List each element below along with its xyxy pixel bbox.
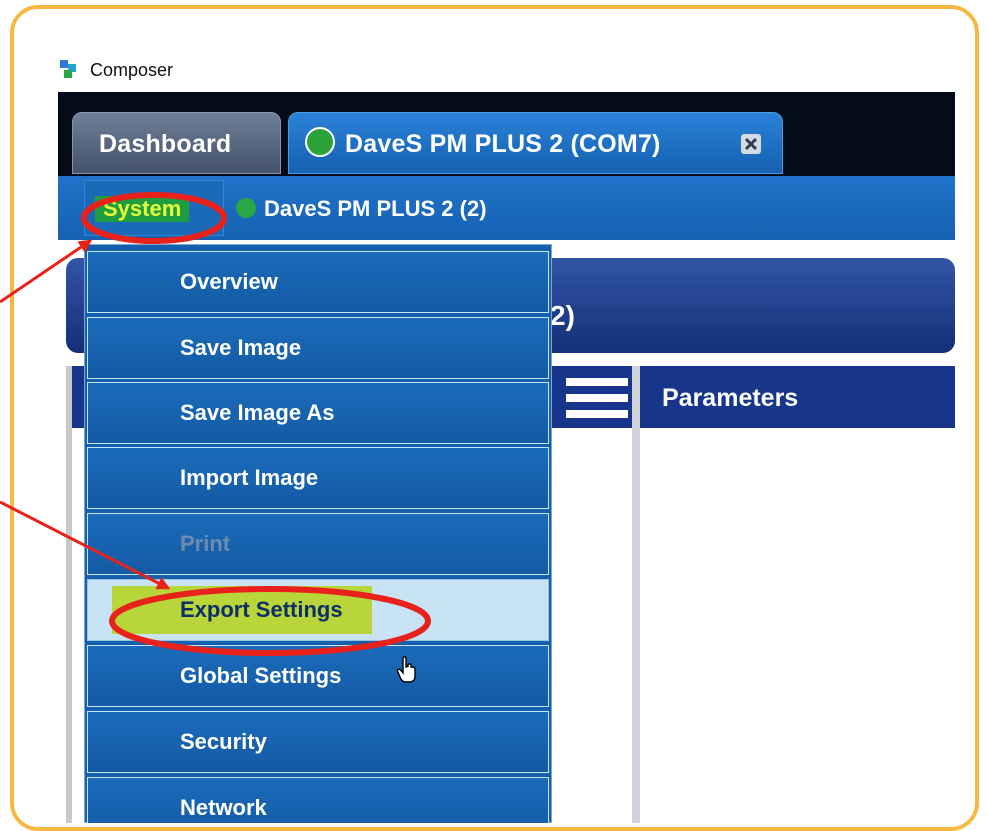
menu-item-label: Import Image [180,465,319,490]
window-titlebar: Composer [58,48,955,92]
composer-window: Composer Dashboard DaveS PM PLUS 2 (COM7… [58,48,955,823]
menu-item-label: Print [180,531,231,556]
system-label: System [95,196,190,222]
tab-dashboard[interactable]: Dashboard [72,112,281,174]
menu-item-label: Network [180,795,267,820]
menu-item-save-image-as[interactable]: Save Image As [87,382,549,444]
menu-item-label: Save Image As [180,400,335,425]
menu-item-security[interactable]: Security [87,711,549,773]
composer-app-icon [60,60,76,78]
menu-item-label: Export Settings [180,597,343,622]
app-title: Composer [90,60,174,80]
breadcrumb-device[interactable]: DaveS PM PLUS 2 (2) [264,196,487,222]
system-menu-button[interactable]: System [84,180,224,236]
device-header-title: 2) [550,300,575,331]
parameters-label: Parameters [662,384,799,412]
close-tab-icon[interactable] [741,134,761,154]
menu-item-global-settings[interactable]: Global Settings [87,645,549,707]
menu-item-overview[interactable]: Overview [87,251,549,313]
tab-dashboard-label: Dashboard [99,130,232,158]
menu-item-save-image[interactable]: Save Image [87,317,549,379]
menu-item-import-image[interactable]: Import Image [87,447,549,509]
menu-item-label: Global Settings [180,663,342,688]
hand-pointer-icon [396,656,416,683]
tab-bar: Dashboard DaveS PM PLUS 2 (COM7) [58,92,955,176]
device-status-icon [236,198,256,218]
pane-splitter[interactable] [632,366,640,823]
menu-item-label: Save Image [180,335,302,360]
menu-item-print: Print [87,513,549,575]
menu-item-label: Overview [180,269,278,294]
menu-item-label: Security [180,729,267,754]
system-dropdown-menu: Overview Save Image Save Image As Import… [84,244,552,823]
network-device-icon [305,127,335,157]
tab-device[interactable]: DaveS PM PLUS 2 (COM7) [288,112,783,174]
parameters-header: Parameters [640,366,955,428]
menu-item-export-settings[interactable]: Export Settings [87,579,549,641]
breadcrumb: System DaveS PM PLUS 2 (2) [58,176,955,240]
tab-device-label: DaveS PM PLUS 2 (COM7) [345,130,661,158]
hamburger-menu-icon[interactable] [566,378,628,418]
menu-item-network[interactable]: Network [87,777,549,823]
